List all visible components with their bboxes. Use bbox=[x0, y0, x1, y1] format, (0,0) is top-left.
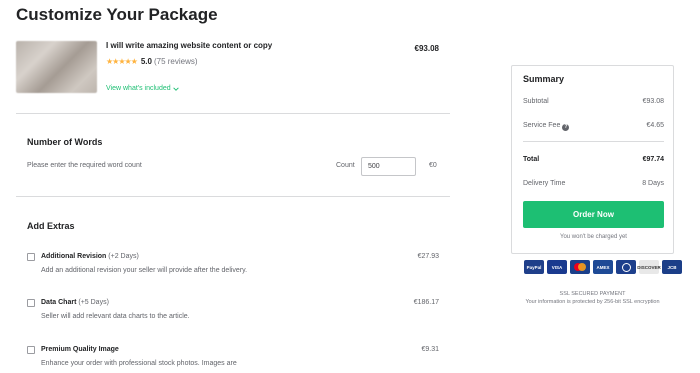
extra-days: (+5 Days) bbox=[78, 299, 109, 306]
summary-divider bbox=[523, 141, 664, 142]
total-row: Total €97.74 bbox=[523, 156, 664, 163]
rating-value: 5.0 bbox=[140, 57, 152, 66]
view-included-label: View what's included bbox=[106, 85, 171, 92]
order-now-button[interactable]: Order Now bbox=[523, 201, 664, 228]
divider bbox=[16, 196, 450, 197]
mastercard-icon bbox=[570, 260, 590, 274]
diners-club-icon bbox=[616, 260, 636, 274]
extra-price: €27.93 bbox=[417, 253, 439, 260]
extra-price: €9.31 bbox=[421, 346, 439, 353]
total-label: Total bbox=[523, 156, 540, 163]
ssl-line-1: SSL SECURED PAYMENT bbox=[559, 291, 626, 297]
star-rating-icon: ★★★★★ bbox=[106, 57, 138, 66]
chevron-down-icon bbox=[172, 86, 179, 91]
gig-rating: ★★★★★ 5.0 (75 reviews) bbox=[106, 57, 198, 66]
subtotal-row: Subtotal €93.08 bbox=[523, 98, 664, 105]
word-count-input[interactable] bbox=[361, 157, 416, 176]
visa-icon: VISA bbox=[547, 260, 567, 274]
extra-checkbox-additional-revision[interactable] bbox=[27, 253, 35, 261]
paypal-icon: PayPal bbox=[524, 260, 544, 274]
ssl-secured-note: SSL SECURED PAYMENT Your information is … bbox=[511, 290, 674, 306]
extra-description: Enhance your order with professional sto… bbox=[41, 360, 237, 367]
payment-methods: PayPal VISA AMEX DISCOVER JCB bbox=[524, 260, 682, 274]
service-fee-label-wrap: Service Fee? bbox=[523, 122, 570, 131]
summary-title: Summary bbox=[523, 74, 565, 84]
extra-days: (+2 Days) bbox=[108, 253, 139, 260]
extra-price: €186.17 bbox=[413, 299, 439, 306]
rating-count: (75 reviews) bbox=[153, 57, 198, 66]
divider bbox=[16, 113, 450, 114]
delivery-label: Delivery Time bbox=[523, 180, 566, 187]
extra-title: Additional Revision bbox=[41, 253, 107, 260]
word-count-price: €0 bbox=[429, 162, 437, 169]
help-icon[interactable]: ? bbox=[562, 124, 570, 131]
extra-description: Seller will add relevant data charts to … bbox=[41, 313, 190, 320]
extra-name-premium-image: Premium Quality Image bbox=[41, 346, 119, 353]
extra-title: Data Chart bbox=[41, 299, 77, 306]
jcb-icon: JCB bbox=[662, 260, 682, 274]
page-title: Customize Your Package bbox=[16, 5, 218, 24]
view-included-link[interactable]: View what's included bbox=[106, 85, 179, 92]
subtotal-label: Subtotal bbox=[523, 98, 549, 105]
words-section-title: Number of Words bbox=[27, 137, 103, 147]
ssl-line-2: Your information is protected by 256-bit… bbox=[525, 299, 660, 305]
count-label: Count bbox=[336, 162, 355, 169]
extra-name-data-chart: Data Chart (+5 Days) bbox=[41, 299, 109, 306]
extra-name-additional-revision: Additional Revision (+2 Days) bbox=[41, 253, 139, 260]
service-fee-label: Service Fee bbox=[523, 122, 561, 129]
extra-checkbox-data-chart[interactable] bbox=[27, 299, 35, 307]
subtotal-value: €93.08 bbox=[642, 98, 664, 105]
extra-title: Premium Quality Image bbox=[41, 346, 119, 353]
order-summary-card: Summary Subtotal €93.08 Service Fee? €4.… bbox=[511, 65, 674, 254]
service-fee-row: Service Fee? €4.65 bbox=[523, 122, 664, 131]
not-charged-note: You won't be charged yet bbox=[560, 234, 627, 240]
amex-icon: AMEX bbox=[593, 260, 613, 274]
extras-section-title: Add Extras bbox=[27, 221, 75, 231]
gig-price: €93.08 bbox=[414, 44, 439, 53]
extra-checkbox-premium-image[interactable] bbox=[27, 346, 35, 354]
service-fee-value: €4.65 bbox=[646, 122, 664, 129]
total-value: €97.74 bbox=[642, 156, 664, 163]
delivery-time-row: Delivery Time 8 Days bbox=[523, 180, 664, 187]
delivery-value: 8 Days bbox=[642, 180, 664, 187]
discover-icon: DISCOVER bbox=[637, 260, 661, 274]
gig-thumbnail bbox=[16, 41, 97, 93]
words-description: Please enter the required word count bbox=[27, 162, 142, 169]
extra-description: Add an additional revision your seller w… bbox=[41, 267, 248, 274]
gig-title: I will write amazing website content or … bbox=[106, 41, 273, 50]
